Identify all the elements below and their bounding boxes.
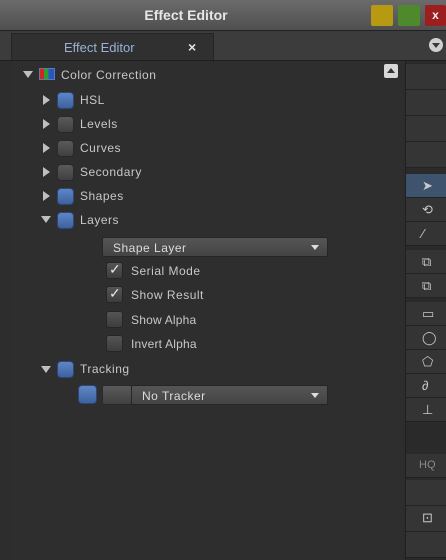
tree-item-curves[interactable]: Curves (80, 141, 121, 155)
tree-root-label[interactable]: Color Correction (61, 68, 156, 82)
panel-menu-icon[interactable] (429, 38, 443, 52)
expand-arrow-icon[interactable] (43, 95, 50, 105)
collapse-arrow-icon[interactable] (41, 366, 51, 373)
layer-type-dropdown[interactable]: Shape Layer (102, 237, 328, 257)
show-alpha-checkbox[interactable] (106, 311, 123, 328)
tree-item-layers[interactable]: Layers (80, 213, 119, 227)
hq-label: HQ (419, 459, 436, 471)
color-correction-icon (39, 68, 55, 80)
rotate-tool-button[interactable]: ⟲ (406, 198, 446, 222)
tool-slot-4[interactable] (406, 142, 446, 168)
tool-slot-3[interactable] (406, 116, 446, 142)
effect-tree-panel (11, 61, 401, 560)
stamp-icon: ⊥ (422, 402, 434, 417)
invert-alpha-label: Invert Alpha (131, 337, 197, 351)
hq-button[interactable]: HQ (406, 454, 446, 478)
ellipse-icon: ◯ (422, 330, 437, 345)
enable-toggle-hsl[interactable] (57, 92, 74, 109)
copy-icon: ⧉ (422, 254, 432, 269)
stamp-tool-button[interactable]: ⊥ (406, 398, 446, 422)
expand-arrow-icon[interactable] (43, 119, 50, 129)
title-bar: Effect Editor x (0, 0, 446, 31)
fit-view-button[interactable]: ⊡ (406, 506, 446, 532)
scroll-up-icon[interactable] (384, 64, 398, 78)
tree-item-hsl[interactable]: HSL (80, 93, 105, 107)
tool-slot-5[interactable] (406, 480, 446, 506)
paste-icon: ⧉ (422, 278, 432, 293)
expand-arrow-icon[interactable] (43, 167, 50, 177)
brush-tool-button[interactable]: ⁄ (406, 222, 446, 246)
tool-palette: ➤ ⟲ ⁄ ⧉ ⧉ ▭ ◯ ⬠ ∂ ⊥ HQ ⊡ (405, 61, 446, 560)
tool-slot-2[interactable] (406, 90, 446, 116)
enable-toggle-secondary[interactable] (57, 164, 74, 181)
rectangle-icon: ▭ (422, 306, 435, 321)
enable-toggle-shapes[interactable] (57, 188, 74, 205)
enable-toggle-tracking[interactable] (57, 361, 74, 378)
rectangle-tool-button[interactable]: ▭ (406, 302, 446, 326)
frame-icon: ⊡ (422, 510, 433, 525)
tab-effect-editor[interactable]: Effect Editor × (11, 33, 214, 60)
close-icon: x (432, 8, 439, 22)
freehand-icon: ∂ (422, 378, 429, 393)
serial-mode-label: Serial Mode (131, 264, 201, 278)
checkmark-icon: ✓ (109, 285, 121, 301)
paste-tool-button[interactable]: ⧉ (406, 274, 446, 298)
polygon-icon: ⬠ (422, 354, 434, 369)
select-tool-button[interactable]: ➤ (406, 174, 446, 198)
tool-slot-6[interactable] (406, 532, 446, 558)
tree-item-secondary[interactable]: Secondary (80, 165, 142, 179)
tree-item-shapes[interactable]: Shapes (80, 189, 124, 203)
dropdown-value: No Tracker (142, 389, 206, 403)
expand-arrow-icon[interactable] (43, 143, 50, 153)
tree-item-levels[interactable]: Levels (80, 117, 118, 131)
polygon-tool-button[interactable]: ⬠ (406, 350, 446, 374)
tracker-color-swatch[interactable] (102, 385, 132, 405)
brush-icon: ⁄ (422, 226, 425, 241)
show-result-checkbox[interactable]: ✓ (106, 285, 123, 303)
rotate-icon: ⟲ (422, 202, 433, 217)
tab-close-icon[interactable]: × (188, 39, 196, 55)
enable-toggle-levels[interactable] (57, 116, 74, 133)
tracking-enable-toggle[interactable] (78, 385, 97, 404)
window-title: Effect Editor (144, 7, 228, 23)
show-result-label: Show Result (131, 288, 204, 302)
enable-toggle-curves[interactable] (57, 140, 74, 157)
tool-slot-1[interactable] (406, 64, 446, 90)
tab-bar: Effect Editor × (0, 31, 446, 61)
chevron-down-icon (311, 245, 319, 250)
serial-mode-checkbox[interactable]: ✓ (106, 261, 123, 279)
tracker-dropdown[interactable]: No Tracker (131, 385, 328, 405)
freehand-tool-button[interactable]: ∂ (406, 374, 446, 398)
copy-tool-button[interactable]: ⧉ (406, 250, 446, 274)
maximize-button[interactable] (398, 5, 420, 26)
dropdown-value: Shape Layer (113, 241, 187, 255)
close-window-button[interactable]: x (425, 5, 446, 26)
invert-alpha-checkbox[interactable] (106, 335, 123, 352)
ellipse-tool-button[interactable]: ◯ (406, 326, 446, 350)
tree-item-tracking[interactable]: Tracking (80, 362, 130, 376)
minimize-button[interactable] (371, 5, 393, 26)
collapse-arrow-icon[interactable] (41, 216, 51, 223)
chevron-down-icon (311, 393, 319, 398)
checkmark-icon: ✓ (109, 261, 121, 277)
enable-toggle-layers[interactable] (57, 212, 74, 229)
collapse-arrow-icon[interactable] (23, 71, 33, 78)
show-alpha-label: Show Alpha (131, 313, 197, 327)
select-arrow-icon: ➤ (422, 178, 433, 193)
expand-arrow-icon[interactable] (43, 191, 50, 201)
tab-label: Effect Editor (64, 40, 135, 55)
